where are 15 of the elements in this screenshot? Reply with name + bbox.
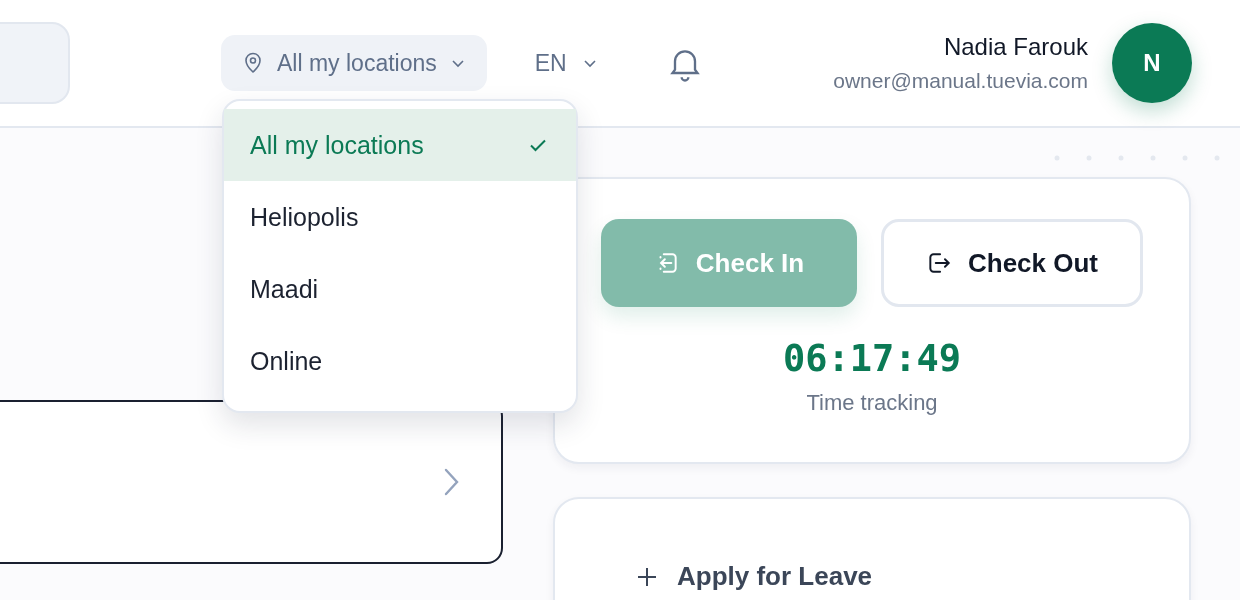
location-selector[interactable]: All my locations bbox=[221, 35, 487, 91]
location-option[interactable]: Online bbox=[224, 325, 576, 397]
apply-leave-button[interactable]: Apply for Leave bbox=[635, 561, 873, 592]
location-option[interactable]: All my locations bbox=[224, 109, 576, 181]
logout-icon bbox=[926, 250, 952, 276]
navigation-card[interactable] bbox=[0, 400, 503, 564]
user-name: Nadia Farouk bbox=[943, 33, 1088, 61]
user-avatar[interactable]: N bbox=[1112, 23, 1192, 103]
user-email: owner@manual.tuevia.com bbox=[833, 69, 1088, 93]
timer-display: 06:17:49 bbox=[782, 337, 962, 380]
language-selector[interactable]: EN bbox=[534, 49, 599, 77]
timer-label: Time tracking bbox=[806, 390, 938, 416]
location-option[interactable]: Heliopolis bbox=[224, 181, 576, 253]
location-option[interactable]: Maadi bbox=[224, 253, 576, 325]
attendance-button[interactable]: Check Out bbox=[881, 219, 1143, 307]
